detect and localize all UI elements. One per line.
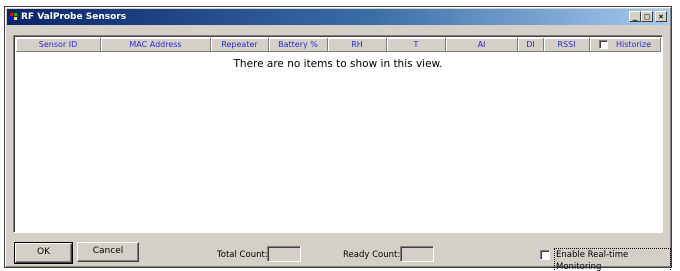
column-header-battery[interactable]: Battery % [269, 38, 328, 52]
column-header-sensor-id[interactable]: Sensor ID [16, 38, 101, 52]
title-bar[interactable]: RF ValProbe Sensors _ □ × [7, 9, 669, 25]
close-button[interactable]: × [655, 11, 667, 22]
column-header-t[interactable]: T [387, 38, 446, 52]
historize-label: Historize [615, 40, 652, 49]
window-controls: _ □ × [629, 11, 667, 22]
ok-button[interactable]: OK [14, 242, 73, 264]
column-header-rh[interactable]: RH [328, 38, 387, 52]
empty-list-message: There are no items to show in this view. [233, 58, 443, 70]
total-count-field [267, 246, 301, 262]
sensors-list-view[interactable]: Sensor ID MAC Address Repeater Battery %… [13, 35, 663, 233]
minimize-button[interactable]: _ [629, 11, 641, 22]
ready-count-field [400, 246, 434, 262]
realtime-monitoring-checkbox[interactable] [540, 250, 550, 260]
cancel-button[interactable]: Cancel [77, 242, 139, 262]
column-header-historize[interactable]: Historize [590, 38, 661, 52]
rf-valprobe-sensors-window: RF ValProbe Sensors _ □ × Sensor ID MAC … [4, 6, 672, 271]
total-count-label: Total Count: [217, 250, 268, 260]
maximize-button[interactable]: □ [641, 11, 653, 22]
column-header-di[interactable]: DI [518, 38, 544, 52]
list-header-row: Sensor ID MAC Address Repeater Battery %… [16, 38, 661, 52]
column-header-repeater[interactable]: Repeater [211, 38, 269, 52]
column-header-rssi[interactable]: RSSI [544, 38, 590, 52]
column-header-ai[interactable]: AI [446, 38, 518, 52]
ready-count-label: Ready Count: [343, 250, 401, 260]
app-icon [10, 13, 18, 21]
historize-all-checkbox[interactable] [598, 40, 608, 49]
realtime-monitoring-label[interactable]: Enable Real-time Monitoring [554, 248, 671, 271]
window-title: RF ValProbe Sensors [21, 12, 127, 22]
column-header-mac-address[interactable]: MAC Address [101, 38, 211, 52]
